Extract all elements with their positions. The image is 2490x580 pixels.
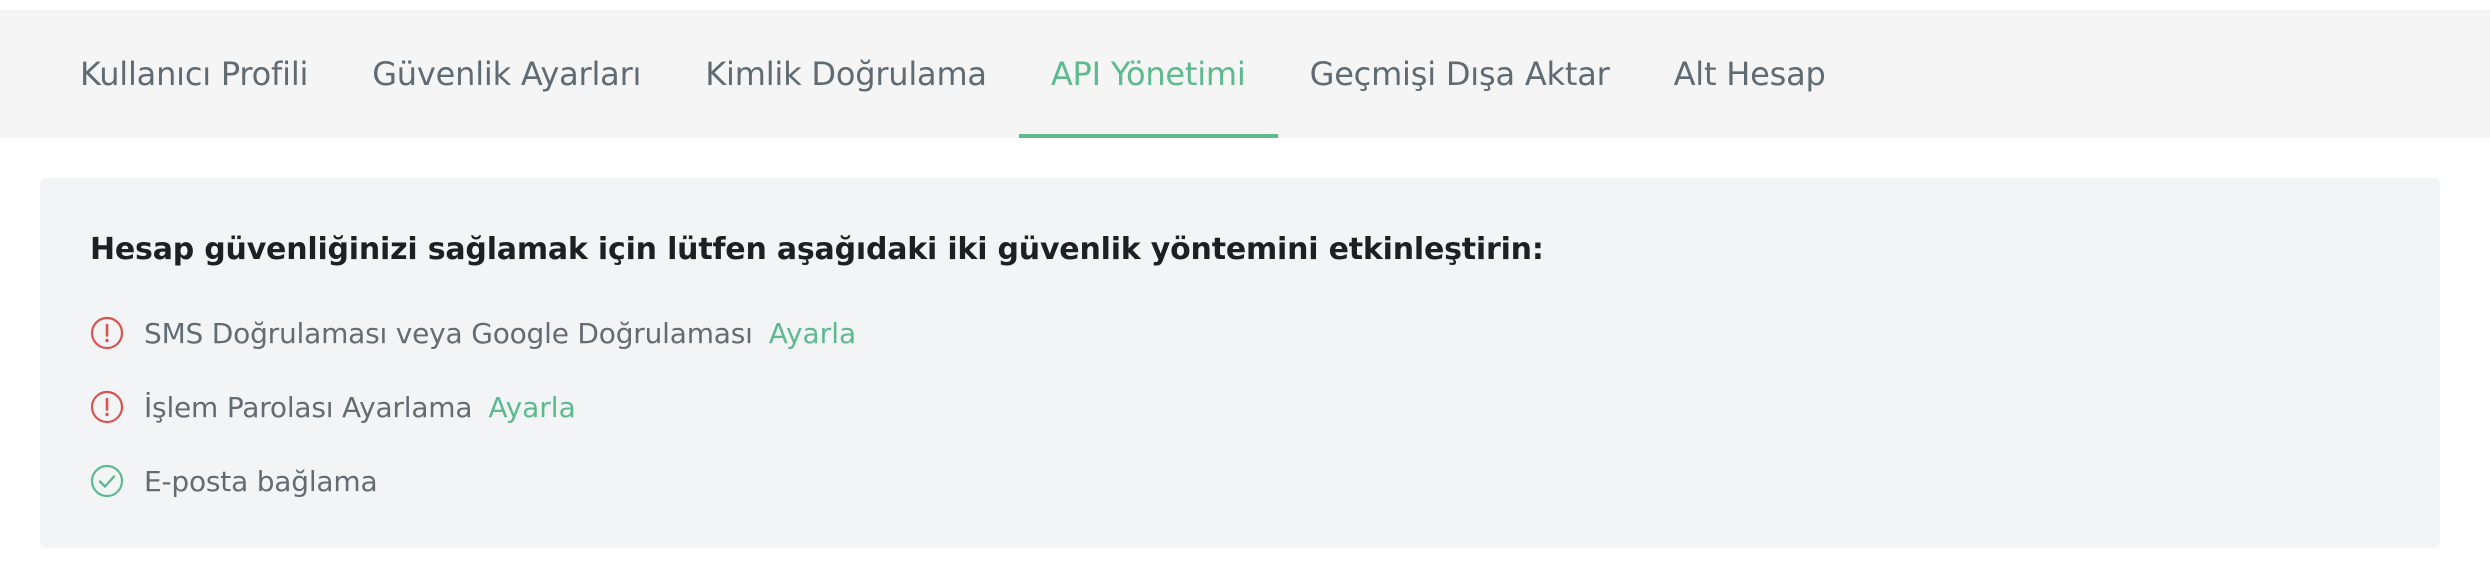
tab-label: API Yönetimi — [1050, 55, 1246, 93]
requirement-trade-password: İşlem Parolası Ayarlama Ayarla — [90, 370, 2390, 444]
setup-link[interactable]: Ayarla — [769, 317, 856, 350]
account-settings-page: Kullanıcı Profili Güvenlik Ayarları Kiml… — [0, 0, 2490, 580]
setup-link[interactable]: Ayarla — [488, 391, 575, 424]
security-requirements-panel: Hesap güvenliğinizi sağlamak için lütfen… — [40, 178, 2440, 548]
requirement-email-binding: E-posta bağlama — [90, 444, 2390, 518]
security-requirements-title: Hesap güvenliğinizi sağlamak için lütfen… — [90, 232, 1544, 267]
security-requirements-list: SMS Doğrulaması veya Google Doğrulaması … — [90, 296, 2390, 518]
tab-label: Güvenlik Ayarları — [372, 55, 642, 93]
tab-label: Geçmişi Dışa Aktar — [1309, 55, 1610, 93]
tab-sub-account[interactable]: Alt Hesap — [1642, 10, 1858, 138]
check-circle-icon — [90, 464, 124, 498]
requirement-label: SMS Doğrulaması veya Google Doğrulaması — [144, 316, 753, 350]
tab-export-history[interactable]: Geçmişi Dışa Aktar — [1278, 10, 1642, 138]
tab-label: Kimlik Doğrulama — [705, 55, 987, 93]
tab-label: Kullanıcı Profili — [80, 55, 309, 93]
requirement-label: E-posta bağlama — [144, 464, 378, 498]
alert-circle-icon — [90, 390, 124, 424]
alert-circle-icon — [90, 316, 124, 350]
settings-tab-bar: Kullanıcı Profili Güvenlik Ayarları Kiml… — [0, 10, 2490, 138]
requirement-sms-google-verification: SMS Doğrulaması veya Google Doğrulaması … — [90, 296, 2390, 370]
tab-user-profile[interactable]: Kullanıcı Profili — [48, 10, 340, 138]
tab-security-settings[interactable]: Güvenlik Ayarları — [340, 10, 673, 138]
requirement-label: İşlem Parolası Ayarlama — [144, 390, 473, 424]
tab-label: Alt Hesap — [1673, 55, 1826, 93]
tab-api-management[interactable]: API Yönetimi — [1018, 10, 1278, 138]
tab-identity-verification[interactable]: Kimlik Doğrulama — [673, 10, 1019, 138]
